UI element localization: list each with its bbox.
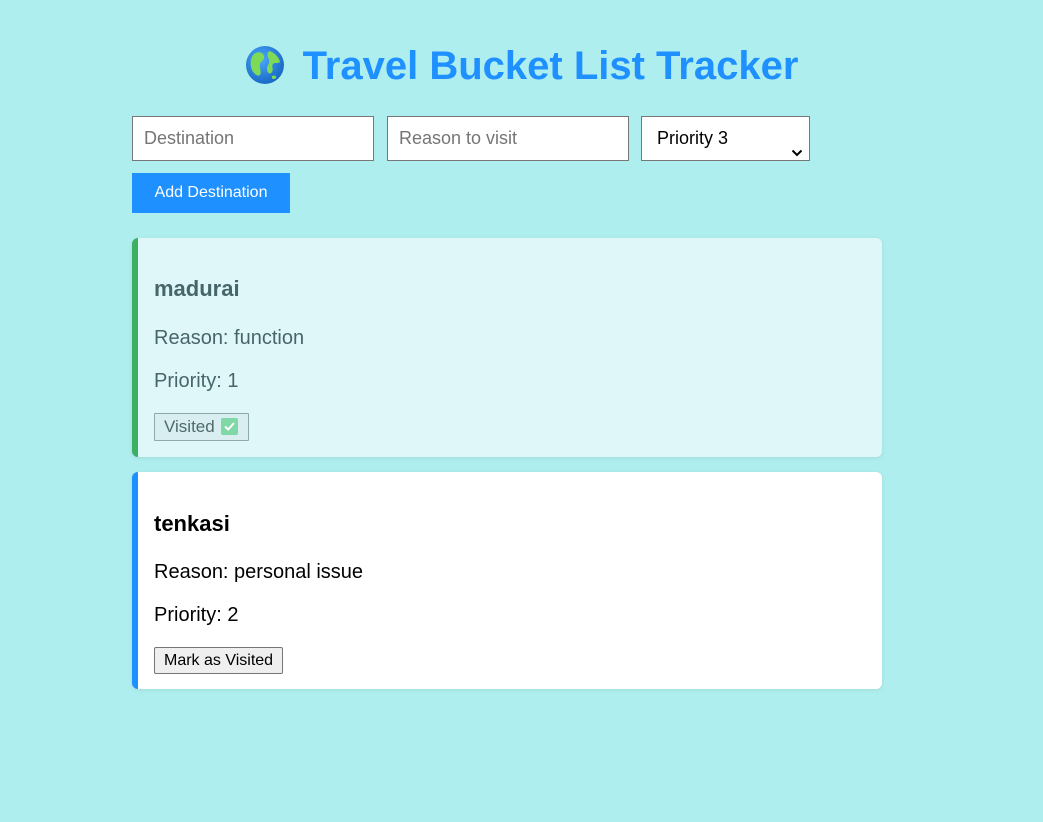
chevron-down-icon [791,132,803,157]
page-title: Travel Bucket List Tracker [0,42,1043,90]
globe-icon [245,45,285,85]
destination-priority: Priority: 2 [154,604,239,626]
destination-name: tenkasi [154,511,230,536]
visited-status-label: Visited [164,417,215,436]
destination-card: tenkasi Reason: personal issue Priority:… [132,472,882,689]
mark-as-visited-button[interactable]: Mark as Visited [154,647,284,674]
destination-card: madurai Reason: function Priority: 1 Vis… [132,238,882,457]
reason-input[interactable] [387,116,629,161]
destination-reason: Reason: personal issue [154,561,364,583]
priority-select-value: Priority 3 [657,128,729,148]
destination-input[interactable] [132,116,374,161]
add-destination-button[interactable]: Add Destination [132,173,290,213]
priority-select[interactable]: Priority 3 [641,116,810,161]
page-title-text: Travel Bucket List Tracker [302,44,799,88]
destination-reason: Reason: function [154,327,305,349]
destination-priority: Priority: 1 [154,370,239,392]
visited-status-badge: Visited [154,413,249,441]
destination-name: madurai [154,276,240,301]
check-box-icon [220,418,238,435]
